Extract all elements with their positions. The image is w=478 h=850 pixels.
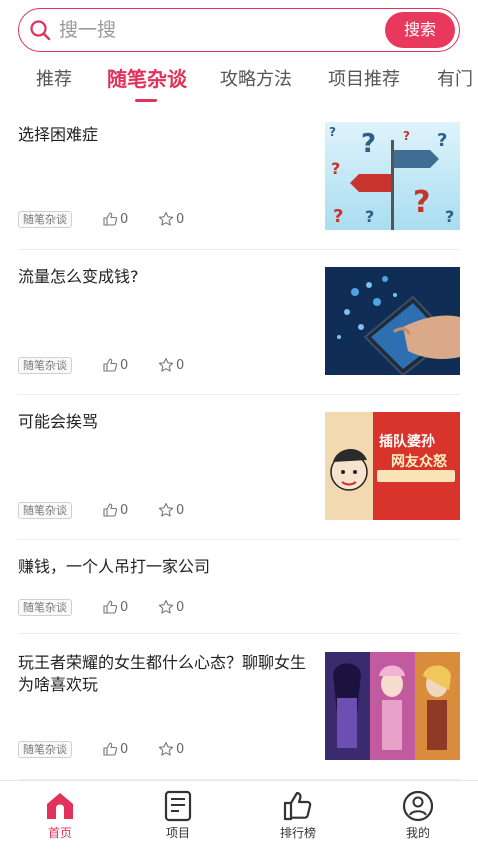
svg-text:?: ?	[365, 207, 374, 226]
home-icon	[47, 793, 73, 819]
nav-projects[interactable]: 项目	[138, 789, 218, 845]
svg-text:?: ?	[445, 207, 454, 226]
article-title: 选择困难症	[18, 125, 99, 144]
tab-project-recommend[interactable]: 项目推荐	[328, 68, 400, 92]
cartoon-banner-image: 插队婆孙 网友众怒	[325, 412, 460, 520]
like-count-value: 0	[120, 357, 129, 373]
like-count-value: 0	[120, 211, 129, 227]
thumbs-up-icon	[103, 358, 118, 372]
svg-text:?: ?	[361, 129, 376, 159]
user-icon	[402, 790, 434, 822]
favorite-count-value: 0	[176, 599, 185, 615]
article-item[interactable]: 选择困难症 随笔杂谈 0 0 ? ? ? ? ? ? ? ? ?	[18, 108, 460, 250]
like-count-value: 0	[120, 502, 129, 518]
nav-projects-label: 项目	[165, 826, 190, 840]
svg-text:?: ?	[329, 125, 336, 139]
star-icon	[158, 357, 174, 372]
article-meta: 随笔杂谈 0 0	[18, 210, 308, 228]
bottom-nav: 首页 项目 排行榜 我的	[0, 780, 478, 850]
tab-essays[interactable]: 随笔杂谈	[107, 67, 187, 91]
nav-profile-label: 我的	[405, 826, 430, 840]
article-item[interactable]: 玩王者荣耀的女生都什么心态？聊聊女生为啥喜欢玩 随笔杂谈 0 0	[18, 634, 460, 780]
favorite-count[interactable]: 0	[158, 501, 184, 519]
article-title: 可能会挨骂	[18, 412, 99, 431]
favorite-count-value: 0	[176, 741, 185, 757]
category-tag: 随笔杂谈	[18, 740, 72, 758]
article-meta: 随笔杂谈 0 0	[18, 740, 308, 758]
svg-text:?: ?	[437, 130, 447, 151]
banner-sub-text: 网友众怒	[391, 453, 448, 470]
nav-profile[interactable]: 我的	[378, 789, 458, 845]
favorite-count-value: 0	[176, 357, 185, 373]
hand-phone-image	[325, 267, 460, 375]
star-icon	[158, 599, 174, 614]
category-tag: 随笔杂谈	[18, 598, 72, 616]
svg-text:?: ?	[331, 159, 340, 178]
active-tab-indicator	[135, 99, 157, 102]
search-button[interactable]: 搜索	[385, 12, 455, 48]
search-bar: 搜索	[18, 8, 460, 52]
thumbs-up-icon	[103, 503, 118, 517]
article-item[interactable]: 赚钱，一个人吊打一家公司 随笔杂谈 0 0	[18, 540, 460, 634]
like-count[interactable]: 0	[102, 740, 128, 758]
category-tabs: 推荐 随笔杂谈 攻略方法 项目推荐 有门	[0, 62, 478, 106]
article-meta: 随笔杂谈 0 0	[18, 501, 308, 519]
category-tag: 随笔杂谈	[18, 210, 72, 228]
star-icon	[158, 211, 174, 226]
favorite-count-value: 0	[176, 502, 185, 518]
article-item[interactable]: 流量怎么变成钱? 随笔杂谈 0 0	[18, 250, 460, 395]
like-count[interactable]: 0	[102, 210, 128, 228]
favorite-count[interactable]: 0	[158, 598, 184, 616]
article-thumbnail[interactable]	[325, 267, 460, 375]
like-count[interactable]: 0	[102, 501, 128, 519]
game-characters-image	[325, 652, 460, 760]
category-tag: 随笔杂谈	[18, 356, 72, 374]
favorite-count-value: 0	[176, 211, 185, 227]
favorite-count[interactable]: 0	[158, 740, 184, 758]
like-count-value: 0	[120, 741, 129, 757]
thumbs-up-icon	[283, 791, 312, 821]
star-icon	[158, 502, 174, 517]
svg-text:?: ?	[403, 129, 410, 143]
article-thumbnail[interactable]: ? ? ? ? ? ? ? ? ?	[325, 122, 460, 230]
question-signpost-image: ? ? ? ? ? ? ? ? ?	[325, 122, 460, 230]
thumbs-up-icon	[103, 600, 118, 614]
article-title: 赚钱，一个人吊打一家公司	[18, 557, 211, 576]
banner-main-text: 插队婆孙	[379, 433, 435, 450]
thumbs-up-icon	[103, 212, 118, 226]
search-icon	[30, 20, 51, 41]
article-title: 玩王者荣耀的女生都什么心态？聊聊女生为啥喜欢玩	[18, 653, 307, 694]
article-item[interactable]: 可能会挨骂 随笔杂谈 0 0 插队婆孙 网友众怒	[18, 395, 460, 540]
svg-text:?: ?	[413, 185, 430, 220]
favorite-count[interactable]: 0	[158, 210, 184, 228]
like-count-value: 0	[120, 599, 129, 615]
tab-more[interactable]: 有门	[437, 68, 473, 92]
article-thumbnail[interactable]	[325, 652, 460, 760]
like-count[interactable]: 0	[102, 356, 128, 374]
search-input[interactable]	[59, 17, 359, 43]
nav-ranking[interactable]: 排行榜	[258, 789, 338, 845]
nav-ranking-label: 排行榜	[279, 826, 316, 840]
tab-recommend[interactable]: 推荐	[36, 68, 72, 92]
tab-guides[interactable]: 攻略方法	[220, 68, 292, 92]
nav-home[interactable]: 首页	[20, 789, 100, 845]
star-icon	[158, 741, 174, 756]
category-tag: 随笔杂谈	[18, 501, 72, 519]
article-meta: 随笔杂谈 0 0	[18, 598, 308, 616]
article-thumbnail[interactable]: 插队婆孙 网友众怒	[325, 412, 460, 520]
article-title: 流量怎么变成钱?	[18, 267, 139, 286]
nav-home-label: 首页	[47, 826, 72, 840]
svg-text:?: ?	[333, 206, 343, 227]
document-icon	[164, 790, 192, 822]
thumbs-up-icon	[103, 742, 118, 756]
like-count[interactable]: 0	[102, 598, 128, 616]
article-meta: 随笔杂谈 0 0	[18, 356, 308, 374]
favorite-count[interactable]: 0	[158, 356, 184, 374]
